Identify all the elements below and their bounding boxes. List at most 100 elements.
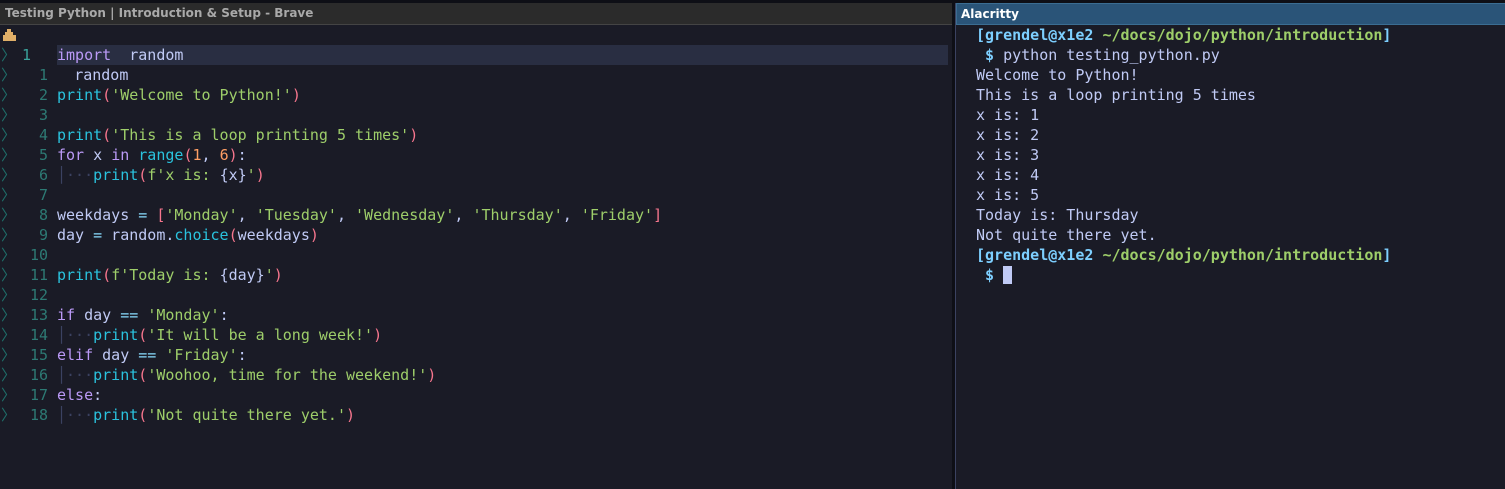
code-token: ]: [653, 206, 663, 224]
code-line[interactable]: 〉 9 day = random.choice(weekdays): [0, 225, 952, 245]
code-line[interactable]: 〉 18 │···print('Not quite there yet.'): [0, 405, 952, 425]
code-token: ,: [237, 206, 256, 224]
code-token: weekdays: [237, 226, 310, 244]
code-token: (: [102, 126, 112, 144]
code-token: ): [309, 226, 319, 244]
code-line[interactable]: 〉 13 if day == 'Monday':: [0, 305, 952, 325]
line-number: 1: [22, 46, 32, 64]
code-token: :: [93, 386, 103, 404]
code-token: =: [93, 226, 103, 244]
code-token: ': [264, 266, 274, 284]
code-token: ,: [562, 206, 581, 224]
code-token: (: [138, 326, 148, 344]
input-line[interactable]: $: [976, 265, 1391, 285]
code-token: =: [138, 206, 148, 224]
code-token: elif: [57, 346, 94, 364]
code-token: 'Monday': [147, 306, 220, 324]
code-token: 'Friday': [580, 206, 654, 224]
code-token: (: [138, 406, 148, 424]
code-line[interactable]: 〉 10: [0, 245, 952, 265]
terminal-title: Alacritty: [956, 3, 1505, 25]
code-token: for: [57, 146, 85, 164]
code-token: :: [237, 146, 247, 164]
output-line: x is: 3: [976, 146, 1040, 164]
output-line: x is: 2: [976, 126, 1040, 144]
code-editor[interactable]: random 〉 1 import random 〉 1 〉 2 print('Welcome…: [0, 25, 952, 425]
line-number: 6: [38, 166, 48, 184]
line-number: 2: [38, 86, 48, 104]
code-line[interactable]: 〉 2 print('Welcome to Python!'): [0, 85, 952, 105]
code-text: else:: [57, 385, 102, 405]
code-token: 'This is a loop printing 5 times': [111, 126, 410, 144]
indent-guide: │···: [57, 366, 94, 384]
code-token: 'Thursday': [472, 206, 563, 224]
code-token: x: [84, 146, 112, 164]
code-line[interactable]: 〉 1: [0, 65, 952, 85]
code-token: (: [102, 266, 112, 284]
code-token: ): [346, 406, 356, 424]
code-line[interactable]: 〉 12: [0, 285, 952, 305]
code-token: (: [102, 86, 112, 104]
code-line[interactable]: 〉 5 for x in range(1, 6):: [0, 145, 952, 165]
code-token: day: [57, 226, 94, 244]
line-number: 13: [29, 306, 48, 324]
code-token: ': [246, 166, 256, 184]
code-token: in: [111, 146, 130, 164]
code-token: :: [219, 306, 229, 324]
code-line[interactable]: 〉 17 else:: [0, 385, 952, 405]
code-text: print(f'Today is: {day}'): [57, 265, 283, 285]
code-token: f'Today is:: [111, 266, 220, 284]
code-text: │···print('It will be a long week!'): [57, 325, 382, 345]
code-token: ): [291, 86, 301, 104]
code-token: ): [228, 146, 238, 164]
line-number: 12: [29, 286, 48, 304]
code-token: else: [57, 386, 94, 404]
code-token: choice: [174, 226, 229, 244]
code-line[interactable]: 〉 7: [0, 185, 952, 205]
code-text: for x in range(1, 6):: [57, 145, 247, 165]
code-text: print('This is a loop printing 5 times'): [57, 125, 418, 145]
code-token: print: [93, 406, 139, 424]
code-token: print: [93, 326, 139, 344]
code-line[interactable]: 〉 11 print(f'Today is: {day}'): [0, 265, 952, 285]
prompt-line: [grendel@x1e2 ~/docs/dojo/python/introdu…: [976, 246, 1392, 264]
code-line[interactable]: 〉 3: [0, 105, 952, 125]
code-token: if: [57, 306, 76, 324]
terminal-content[interactable]: [grendel@x1e2 ~/docs/dojo/python/introdu…: [976, 25, 1391, 285]
code-token: print: [57, 266, 103, 284]
code-line[interactable]: 〉 4 print('This is a loop printing 5 times…: [0, 125, 952, 145]
code-token: ,: [454, 206, 473, 224]
code-token: weekdays: [57, 206, 139, 224]
output-line: Not quite there yet.: [976, 226, 1157, 244]
line-number: 14: [29, 326, 48, 344]
code-line[interactable]: 〉 16 │···print('Woohoo, time for the weeke…: [0, 365, 952, 385]
indent-guide: │···: [57, 326, 94, 344]
code-token: 'Welcome to Python!': [111, 86, 292, 104]
code-token: f'x is:: [147, 166, 220, 184]
module-icon: [3, 29, 16, 41]
terminal-window: Alacritty [grendel@x1e2 ~/docs/dojo/pyth…: [955, 3, 1505, 489]
code-token: 'Wednesday': [355, 206, 455, 224]
code-line[interactable]: 〉 14 │···print('It will be a long week!'): [0, 325, 952, 345]
code-token: ): [409, 126, 419, 144]
code-token: ,: [201, 146, 220, 164]
code-token: {day}: [219, 266, 265, 284]
output-line: This is a loop printing 5 times: [976, 86, 1256, 104]
code-text: import random: [57, 45, 948, 65]
code-token: day: [75, 306, 121, 324]
code-line[interactable]: 〉 1 import random: [0, 45, 952, 65]
output-line: x is: 4: [976, 166, 1040, 184]
command: python testing_python.py: [1003, 46, 1220, 64]
code-line[interactable]: 〉 15 elif day == 'Friday':: [0, 345, 952, 365]
code-text: print('Welcome to Python!'): [57, 85, 301, 105]
output-line: Welcome to Python!: [976, 66, 1139, 84]
code-line[interactable]: 〉 6 │···print(f'x is: {x}'): [0, 165, 952, 185]
file-header: random: [0, 25, 952, 84]
code-text: │···print(f'x is: {x}'): [57, 165, 265, 185]
line-number: 7: [38, 186, 48, 204]
line-number: 16: [29, 366, 48, 384]
code-line[interactable]: 〉 8 weekdays = ['Monday', 'Tuesday', 'Wedn…: [0, 205, 952, 225]
code-token: random.: [102, 226, 175, 244]
line-number: 5: [38, 146, 48, 164]
